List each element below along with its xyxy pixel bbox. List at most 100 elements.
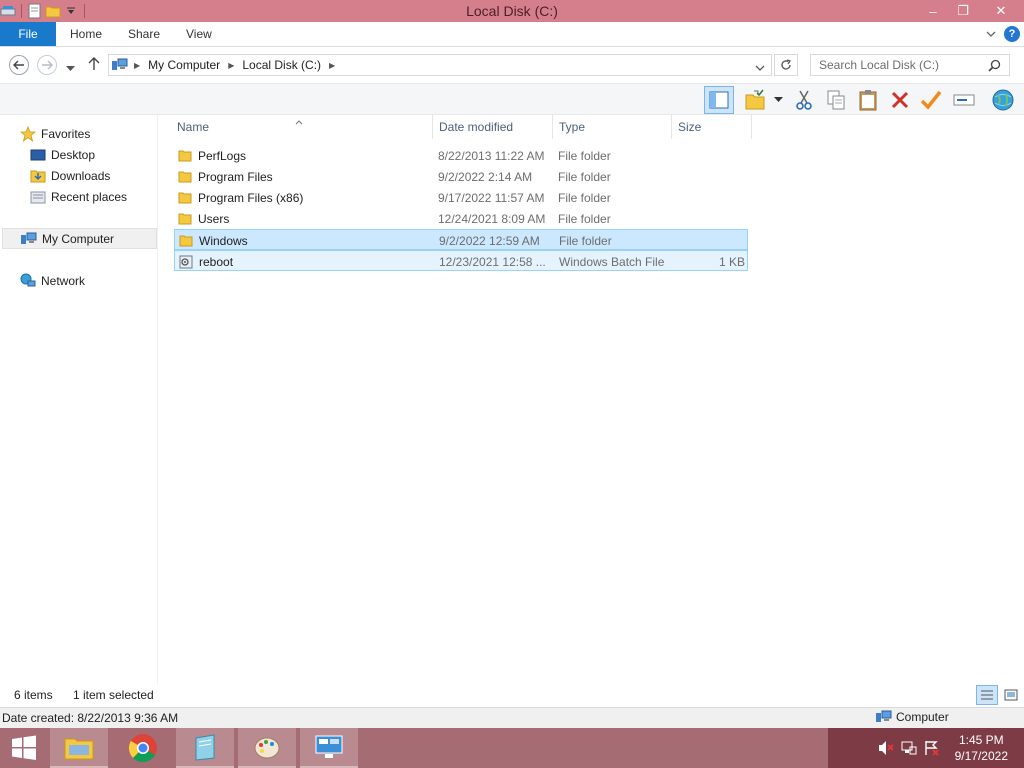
tab-view[interactable]: View xyxy=(186,22,212,46)
rename-button[interactable] xyxy=(951,87,977,113)
downloads-folder-icon xyxy=(30,168,46,184)
file-name-cell: Windows xyxy=(179,230,435,251)
forward-button[interactable] xyxy=(37,55,57,75)
file-size-cell xyxy=(674,208,744,229)
file-name: PerfLogs xyxy=(198,148,247,163)
recent-locations-dropdown[interactable] xyxy=(66,61,75,75)
table-row[interactable]: Windows 9/2/2022 12:59 AM File folder xyxy=(174,229,748,250)
address-history-dropdown[interactable] xyxy=(755,61,765,75)
minimize-button[interactable]: – xyxy=(918,0,948,22)
chevron-down-icon xyxy=(773,97,783,102)
folder-icon xyxy=(179,234,193,248)
folder-dropdown[interactable] xyxy=(770,87,786,113)
layout-pane-icon xyxy=(709,91,729,109)
close-button[interactable]: ✕ xyxy=(978,0,1024,22)
navigation-bar: ▶ My Computer ▶ Local Disk (C:) ▶ xyxy=(0,47,1024,83)
details-view-icon xyxy=(981,690,993,700)
sidebar-item-desktop[interactable]: Desktop xyxy=(30,144,95,165)
paste-button[interactable] xyxy=(855,87,881,113)
table-row[interactable]: reboot 12/23/2021 12:58 ... Windows Batch … xyxy=(174,250,748,271)
details-bar: Date created: 8/22/2013 9:36 AM Computer xyxy=(0,707,1024,728)
column-header-name[interactable]: Name xyxy=(171,115,433,139)
address-bar[interactable]: ▶ My Computer ▶ Local Disk (C:) ▶ xyxy=(108,54,772,76)
file-date-cell: 9/2/2022 12:59 AM xyxy=(439,233,540,248)
sidebar-item-recent-places[interactable]: Recent places xyxy=(30,186,127,207)
tab-file[interactable]: File xyxy=(0,22,56,46)
file-name: Windows xyxy=(199,233,248,248)
file-size-cell xyxy=(674,187,744,208)
clock-date: 9/17/2022 xyxy=(954,749,1008,763)
start-button[interactable] xyxy=(0,728,48,768)
table-row[interactable]: PerfLogs 8/22/2013 11:22 AM File folder xyxy=(174,145,748,166)
taskbar-notepad[interactable] xyxy=(176,728,234,768)
search-input[interactable] xyxy=(819,58,979,72)
paint-palette-icon xyxy=(254,737,280,759)
column-header-size[interactable]: Size xyxy=(672,115,752,139)
remote-desktop-icon xyxy=(315,735,343,758)
sidebar-item-downloads[interactable]: Downloads xyxy=(30,165,110,186)
table-row[interactable]: Users 12/24/2021 8:09 AM File folder xyxy=(174,208,748,229)
tab-home[interactable]: Home xyxy=(70,22,102,46)
table-row[interactable]: Program Files 9/2/2022 2:14 AM File folder xyxy=(174,166,748,187)
taskbar-chrome[interactable] xyxy=(114,728,172,768)
folder-check-icon xyxy=(745,89,765,110)
checkmark-icon xyxy=(920,90,942,110)
details-view-button[interactable] xyxy=(976,685,998,705)
up-button[interactable] xyxy=(88,57,100,74)
file-date-cell: 12/23/2021 12:58 ... xyxy=(439,254,546,269)
ribbon-controls: ? xyxy=(986,26,1020,42)
column-header-type[interactable]: Type xyxy=(553,115,672,139)
batch-file-icon xyxy=(179,255,193,269)
file-date-cell: 9/17/2022 11:57 AM xyxy=(438,190,545,205)
file-size-cell xyxy=(674,166,744,187)
volume-muted-icon[interactable] xyxy=(878,740,894,759)
arrow-left-icon xyxy=(13,60,24,70)
preview-pane-button[interactable] xyxy=(704,86,734,114)
navigation-pane: Favorites Desktop Downloads Recent place… xyxy=(0,115,158,685)
title-bar: Local Disk (C:) – ❐ ✕ xyxy=(0,0,1024,22)
globe-button[interactable] xyxy=(990,87,1016,113)
refresh-button[interactable] xyxy=(774,54,798,76)
maximize-button[interactable]: ❐ xyxy=(948,0,978,22)
scissors-icon xyxy=(796,90,812,110)
select-button[interactable] xyxy=(918,87,944,113)
network-status-icon[interactable] xyxy=(901,740,917,759)
taskbar-file-explorer[interactable] xyxy=(50,728,108,768)
breadcrumb-arrow-icon[interactable]: ▶ xyxy=(134,61,140,70)
sidebar-item-my-computer[interactable]: My Computer xyxy=(2,228,157,249)
column-header-date[interactable]: Date modified xyxy=(433,115,553,139)
large-icons-view-icon xyxy=(1004,689,1018,701)
date-created-text: Date created: 8/22/2013 9:36 AM xyxy=(2,711,179,725)
file-type-cell: File folder xyxy=(558,190,611,205)
file-date-cell: 8/22/2013 11:22 AM xyxy=(438,148,545,163)
back-button[interactable] xyxy=(9,55,29,75)
taskbar-remote-desktop[interactable] xyxy=(300,728,358,768)
rename-icon xyxy=(953,94,975,106)
table-row[interactable]: Program Files (x86) 9/17/2022 11:57 AM Fil… xyxy=(174,187,748,208)
tab-share[interactable]: Share xyxy=(128,22,160,46)
large-icons-view-button[interactable] xyxy=(1000,685,1022,705)
breadcrumb-my-computer[interactable]: My Computer xyxy=(148,58,220,72)
file-size-cell xyxy=(674,145,744,166)
search-icon[interactable] xyxy=(988,59,1001,75)
check-folder-button[interactable] xyxy=(742,87,768,113)
breadcrumb-arrow-icon[interactable]: ▶ xyxy=(329,61,335,70)
chevron-down-icon[interactable] xyxy=(986,27,996,41)
sidebar-item-favorites[interactable]: Favorites xyxy=(20,123,90,144)
taskbar-paint[interactable] xyxy=(238,728,296,768)
file-name-cell: Program Files xyxy=(178,166,434,187)
file-list: Name Date modified Type Size PerfLogs 8/2… xyxy=(158,115,1024,685)
sidebar-item-network[interactable]: Network xyxy=(20,270,85,291)
breadcrumb-arrow-icon[interactable]: ▶ xyxy=(228,61,234,70)
help-button[interactable]: ? xyxy=(1004,26,1020,42)
clock[interactable]: 1:45 PM 9/17/2022 xyxy=(955,732,1008,764)
sidebar-item-label: Downloads xyxy=(51,168,111,183)
delete-button[interactable] xyxy=(887,87,913,113)
breadcrumb-local-disk[interactable]: Local Disk (C:) xyxy=(242,58,321,72)
cut-button[interactable] xyxy=(791,87,817,113)
search-box[interactable] xyxy=(810,54,1010,76)
file-type-cell: File folder xyxy=(558,211,611,226)
copy-button[interactable] xyxy=(823,87,849,113)
file-explorer-icon xyxy=(64,738,94,760)
action-center-icon[interactable] xyxy=(924,740,940,759)
